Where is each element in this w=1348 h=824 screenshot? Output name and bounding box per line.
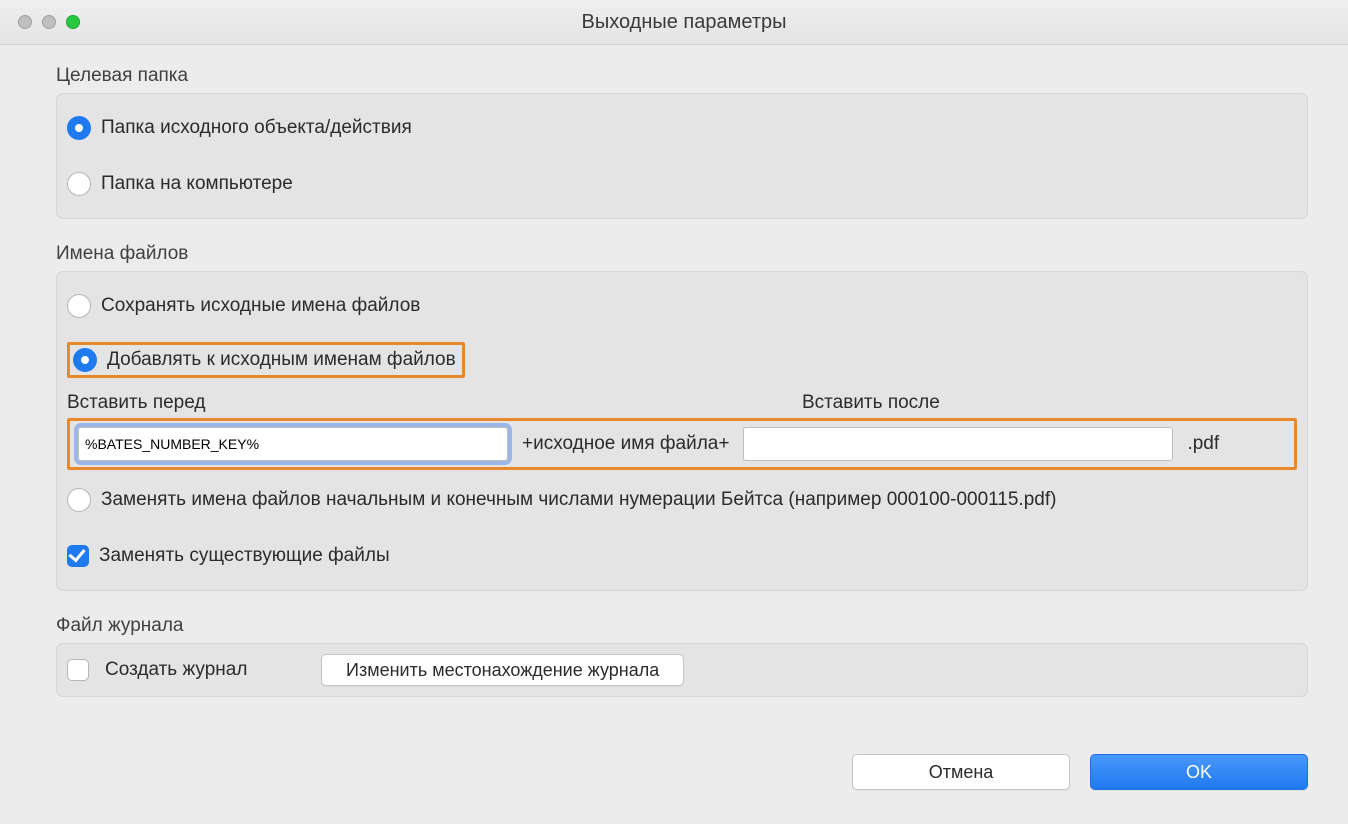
original-filename-token: +исходное имя файла+ (522, 433, 729, 455)
panel-log-file: Создать журнал Изменить местонахождение … (56, 643, 1308, 697)
radio-row-keep-names[interactable]: Сохранять исходные имена файлов (67, 286, 1297, 326)
radio-row-source-folder[interactable]: Папка исходного объекта/действия (67, 108, 1297, 148)
radio-label-source-folder: Папка исходного объекта/действия (101, 117, 412, 139)
section-label-log-file: Файл журнала (56, 615, 1308, 637)
radio-row-computer-folder[interactable]: Папка на компьютере (67, 164, 1297, 204)
input-insert-after[interactable] (743, 427, 1173, 461)
checkbox-label-overwrite: Заменять существующие файлы (99, 545, 390, 567)
panel-filenames: Сохранять исходные имена файлов Добавлят… (56, 271, 1308, 591)
radio-label-keep-names: Сохранять исходные имена файлов (101, 295, 420, 317)
radio-label-replace-bates: Заменять имена файлов начальным и конечн… (101, 489, 1056, 511)
radio-keep-names[interactable] (67, 294, 91, 318)
radio-label-computer-folder: Папка на компьютере (101, 173, 293, 195)
dialog-window: Выходные параметры Целевая папка Папка и… (0, 0, 1348, 824)
window-title: Выходные параметры (80, 11, 1288, 34)
radio-row-replace-bates[interactable]: Заменять имена файлов начальным и конечн… (67, 480, 1297, 520)
window-controls (0, 15, 80, 29)
dialog-footer: Отмена OK (852, 754, 1308, 790)
radio-replace-bates[interactable] (67, 488, 91, 512)
close-window-icon[interactable] (18, 15, 32, 29)
checkbox-row-overwrite[interactable]: Заменять существующие файлы (67, 536, 1297, 576)
checkbox-label-create-log: Создать журнал (105, 659, 305, 681)
minimize-window-icon[interactable] (42, 15, 56, 29)
ok-button[interactable]: OK (1090, 754, 1308, 790)
insert-fields-row: +исходное имя файла+ .pdf (67, 418, 1297, 470)
section-label-target-folder: Целевая папка (56, 65, 1308, 87)
label-insert-after: Вставить после (802, 392, 940, 414)
insert-labels-row: Вставить перед Вставить после (67, 392, 1297, 414)
input-insert-before[interactable] (78, 427, 508, 461)
change-log-location-button[interactable]: Изменить местонахождение журнала (321, 654, 684, 686)
radio-source-folder[interactable] (67, 116, 91, 140)
label-insert-before: Вставить перед (67, 392, 802, 414)
zoom-window-icon[interactable] (66, 15, 80, 29)
cancel-button[interactable]: Отмена (852, 754, 1070, 790)
titlebar: Выходные параметры (0, 0, 1348, 45)
panel-target-folder: Папка исходного объекта/действия Папка н… (56, 93, 1308, 219)
radio-label-append-names: Добавлять к исходным именам файлов (107, 349, 456, 371)
dialog-content: Целевая папка Папка исходного объекта/де… (0, 45, 1348, 697)
section-label-filenames: Имена файлов (56, 243, 1308, 265)
checkbox-overwrite[interactable] (67, 545, 89, 567)
radio-row-append-names[interactable]: Добавлять к исходным именам файлов (67, 342, 465, 378)
checkbox-create-log[interactable] (67, 659, 89, 681)
file-extension-label: .pdf (1187, 433, 1219, 455)
radio-append-names[interactable] (73, 348, 97, 372)
radio-computer-folder[interactable] (67, 172, 91, 196)
